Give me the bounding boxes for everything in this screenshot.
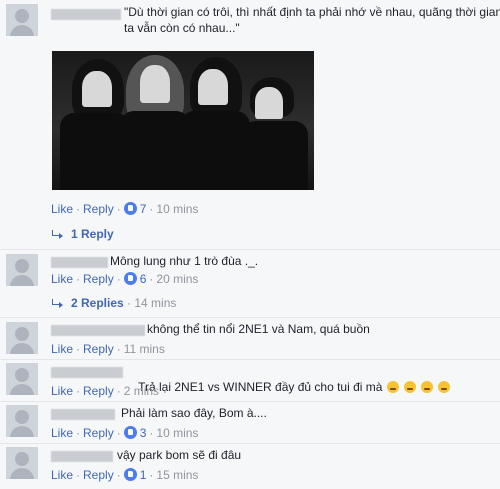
comment-text-body: Trả lại 2NE1 vs WINNER đầy đủ cho tui đi… — [138, 380, 383, 394]
reply-link[interactable]: Reply — [83, 272, 114, 286]
reply-link[interactable]: Reply — [83, 426, 114, 440]
comment-actions: Like · Reply · 6 · 20 mins — [51, 272, 199, 286]
reply-link[interactable]: Reply — [83, 202, 114, 216]
like-link[interactable]: Like — [51, 272, 73, 286]
crying-face-icon — [421, 381, 434, 393]
view-replies-link[interactable]: 1 Reply — [52, 226, 114, 242]
avatar[interactable] — [6, 447, 38, 479]
like-icon — [123, 468, 137, 481]
avatar[interactable] — [6, 254, 38, 286]
timestamp[interactable]: 11 mins — [124, 342, 165, 356]
replies-time[interactable]: 14 mins — [134, 296, 176, 310]
timestamp[interactable]: 10 mins — [156, 426, 198, 440]
comment-actions: Like · Reply · 11 mins — [51, 342, 165, 356]
avatar[interactable] — [6, 405, 38, 437]
comment-text: vậy park bom sẽ đi đâu — [117, 448, 242, 462]
replies-label[interactable]: 2 Replies — [71, 296, 124, 310]
comment-actions: Like · Reply · 1 · 15 mins — [51, 468, 199, 482]
comment-text: không thể tin nổi 2NE1 và Nam, quá buồn — [147, 322, 370, 336]
like-icon — [123, 202, 137, 215]
like-icon — [123, 272, 137, 285]
commenter-name[interactable] — [51, 451, 113, 462]
crying-face-icon — [387, 381, 400, 393]
reply-arrow-icon — [52, 299, 63, 308]
avatar[interactable] — [6, 4, 38, 36]
comment-text: Mông lung như 1 trò đùa ._. — [110, 254, 259, 268]
like-link[interactable]: Like — [51, 202, 73, 216]
like-link[interactable]: Like — [51, 342, 73, 356]
view-replies-link[interactable]: 2 Replies · 14 mins — [52, 295, 176, 311]
commenter-name[interactable] — [51, 367, 123, 378]
crying-face-icon — [404, 381, 417, 393]
like-link[interactable]: Like — [51, 384, 73, 398]
timestamp[interactable]: 2 mins — [124, 384, 159, 398]
reply-link[interactable]: Reply — [83, 342, 114, 356]
divider — [0, 317, 500, 318]
comment-actions: Like · Reply · 3 · 10 mins — [51, 426, 199, 440]
timestamp[interactable]: 20 mins — [156, 272, 198, 286]
commenter-name[interactable] — [51, 257, 108, 268]
divider — [0, 401, 500, 402]
commenter-name[interactable] — [51, 9, 121, 20]
avatar[interactable] — [6, 363, 38, 395]
reply-arrow-icon — [52, 230, 63, 239]
like-link[interactable]: Like — [51, 426, 73, 440]
replies-label[interactable]: 1 Reply — [71, 227, 114, 241]
crying-face-icon — [438, 381, 451, 393]
like-link[interactable]: Like — [51, 468, 73, 482]
commenter-name[interactable] — [51, 409, 115, 420]
comment-photo[interactable] — [52, 51, 314, 190]
timestamp[interactable]: 15 mins — [156, 468, 198, 482]
comment-text: Phải làm sao đây, Bom à.... — [121, 406, 267, 420]
divider — [0, 443, 500, 444]
comment-actions: Like · Reply · 7 · 10 mins — [51, 202, 199, 216]
reply-link[interactable]: Reply — [83, 468, 114, 482]
divider — [0, 249, 500, 250]
commenter-name[interactable] — [51, 325, 145, 336]
avatar[interactable] — [6, 322, 38, 354]
comment-text: "Dù thời gian có trôi, thì nhất định ta … — [124, 5, 500, 35]
comment-text: Trả lại 2NE1 vs WINNER đầy đủ cho tui đi… — [125, 363, 451, 411]
comment-actions: Like · Reply · 2 mins — [51, 384, 160, 398]
like-icon — [123, 426, 137, 439]
divider — [0, 359, 500, 360]
reply-link[interactable]: Reply — [83, 384, 114, 398]
timestamp[interactable]: 10 mins — [156, 202, 198, 216]
